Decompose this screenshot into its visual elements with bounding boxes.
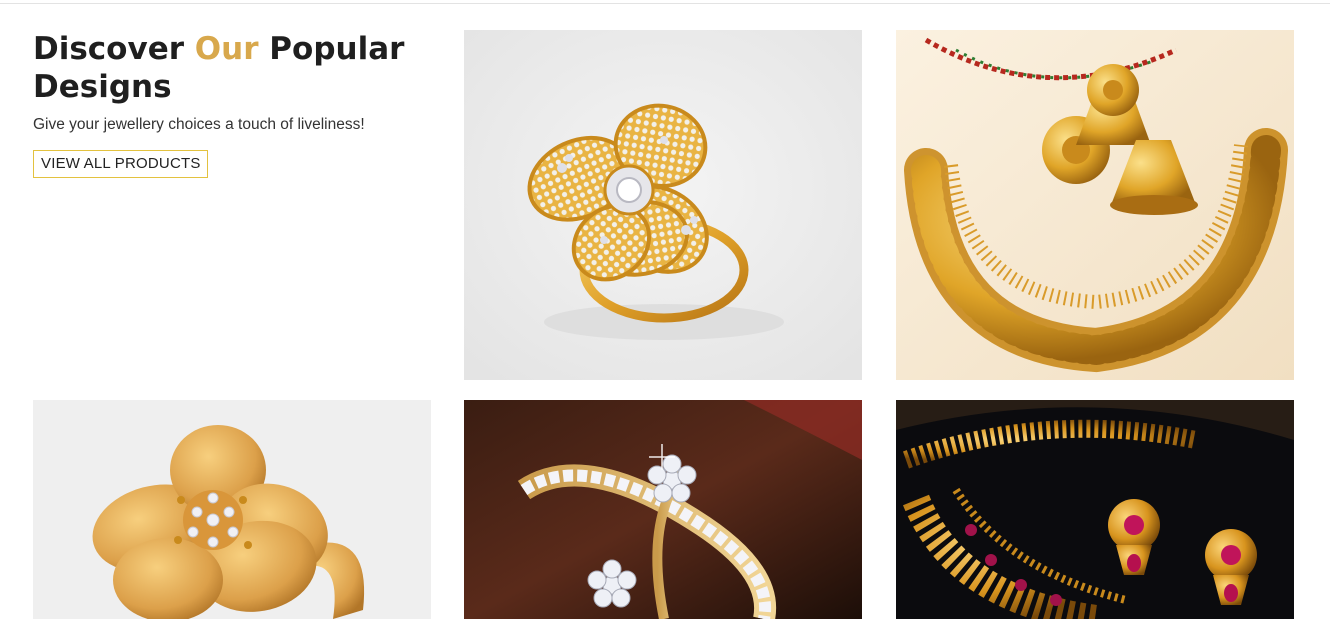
heading-accent-text: Our [194,31,259,67]
view-all-products-button[interactable]: VIEW ALL PRODUCTS [33,150,208,178]
gold-flower-ring-image [33,400,431,619]
popular-designs-intro: Discover Our Popular Designs Give your j… [33,30,453,178]
heading-text: Discover [33,31,195,67]
section-heading: Discover Our Popular Designs [33,30,453,106]
product-tile-gold-necklace[interactable] [896,30,1294,380]
product-tile-diamond-flower-ring[interactable] [464,30,862,380]
ruby-necklace-earrings-image [896,400,1294,619]
diamond-flower-ring-image [464,30,862,380]
diamond-star-bracelet-image [464,400,862,619]
top-divider [0,0,1330,4]
product-tile-diamond-bracelet[interactable] [464,400,862,619]
product-tile-ruby-necklace[interactable] [896,400,1294,619]
product-tile-gold-flower-ring[interactable] [33,400,431,619]
section-subtitle: Give your jewellery choices a touch of l… [33,116,365,133]
gold-necklace-set-image [896,30,1294,380]
